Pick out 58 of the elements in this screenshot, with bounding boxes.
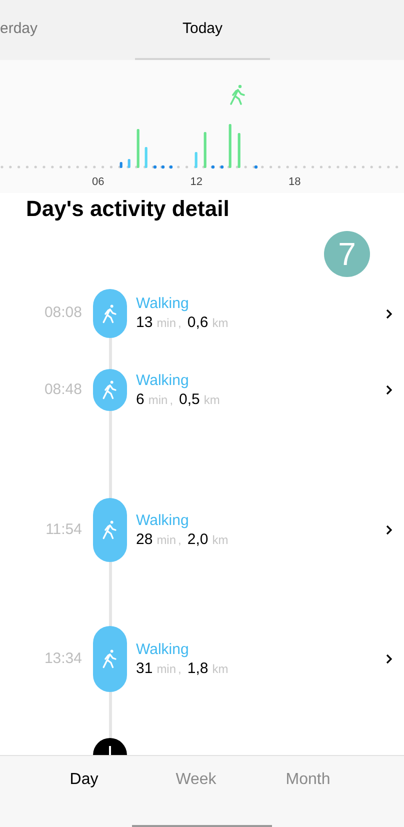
activity-row[interactable]: 11:54 Walking 28 min , 2,0 km [0, 498, 404, 562]
activity-bar [228, 124, 232, 168]
date-tab[interactable]: erday [0, 0, 68, 60]
activity-name: Walking [136, 370, 190, 390]
distance-value: 0,5 [179, 390, 200, 408]
duration-value: 28 [136, 530, 153, 548]
axis-label: 12 [190, 175, 202, 190]
distance-unit: km [212, 315, 228, 332]
separator: , [178, 532, 182, 548]
add-button[interactable] [93, 738, 127, 755]
activity-bar [120, 162, 122, 168]
duration-value: 13 [136, 313, 153, 332]
count-badge: 7 [324, 231, 370, 277]
duration-unit: min [156, 660, 176, 678]
axis-label: 06 [92, 175, 104, 190]
activity-row[interactable]: 08:08 Walking 13 min , 0,6 km [0, 289, 404, 338]
chevron-icon [384, 385, 394, 395]
chevron-icon [384, 525, 394, 535]
activity-name: Walking [136, 510, 190, 530]
activity-dot [169, 165, 173, 169]
period-tab[interactable]: Day [30, 768, 138, 792]
distance-unit: km [212, 660, 228, 678]
activity-time: 08:08 [43, 303, 83, 324]
activity-dot [220, 165, 224, 169]
activity-bar [136, 129, 140, 168]
activity-row[interactable]: 08:48 Walking 6 min , 0,5 km [0, 369, 404, 411]
activity-name: Walking [136, 294, 190, 313]
separator: , [170, 392, 174, 408]
duration-value: 6 [136, 390, 144, 408]
distance-unit: km [204, 392, 220, 408]
distance-value: 0,6 [187, 313, 208, 332]
duration-value: 31 [136, 658, 153, 678]
chevron-icon [384, 308, 394, 318]
activity-time: 08:48 [43, 380, 83, 400]
activity-row[interactable]: 13:34 Walking 31 min , 1,8 km [0, 626, 404, 692]
activity-dot [211, 165, 215, 169]
axis-label: 18 [288, 175, 301, 190]
separator: , [178, 660, 182, 678]
distance-value: 2,0 [187, 530, 208, 548]
activity-bar [204, 132, 206, 168]
duration-unit: min [148, 392, 168, 408]
activity-dot [254, 165, 258, 169]
duration-unit: min [156, 315, 176, 332]
distance-unit: km [212, 532, 228, 548]
activity-bar [144, 147, 148, 168]
activity-bar [128, 159, 130, 168]
activity-bar [194, 152, 198, 168]
section-title: Day's activity detail [26, 196, 230, 222]
activity-dot [161, 165, 165, 169]
activity-time: 11:54 [44, 520, 83, 540]
activity-bar [238, 133, 240, 168]
duration-unit: min [156, 532, 176, 548]
activity-dot [153, 165, 157, 169]
distance-value: 1,8 [187, 658, 208, 678]
activity-name: Walking [136, 640, 190, 658]
activity-time: 13:34 [43, 648, 83, 669]
chevron-icon [384, 654, 394, 664]
separator: , [178, 315, 182, 332]
